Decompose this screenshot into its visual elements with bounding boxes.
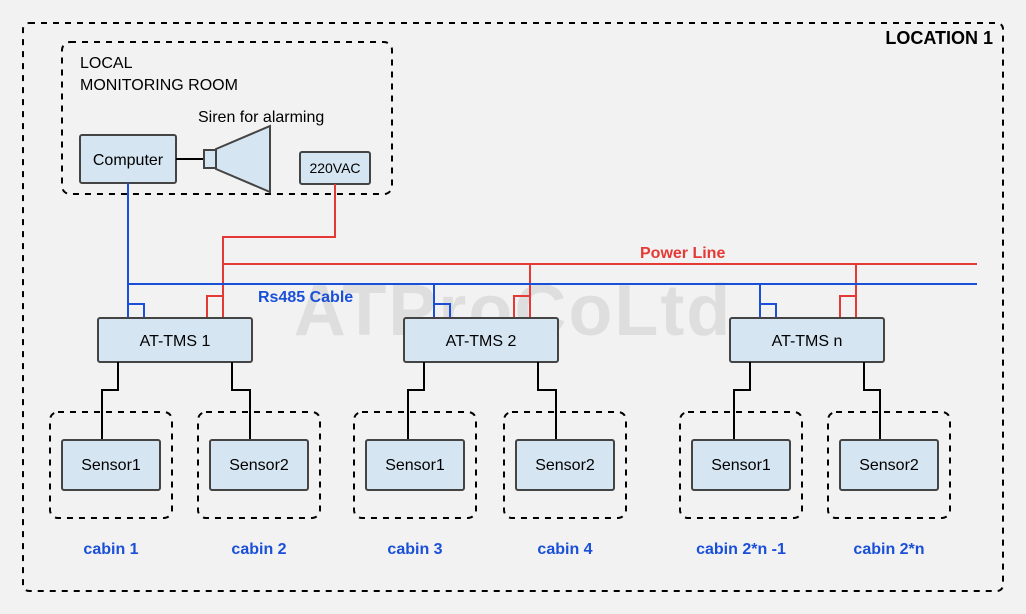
cabin-1-label: cabin 1 bbox=[83, 541, 138, 558]
cabin-5: Sensor1 cabin 2*n -1 bbox=[680, 412, 802, 558]
cabin-1: Sensor1 cabin 1 bbox=[50, 412, 172, 558]
cabin-6: Sensor2 cabin 2*n bbox=[828, 412, 950, 558]
power-line-label: Power Line bbox=[640, 245, 725, 262]
cabin-6-label: cabin 2*n bbox=[853, 541, 924, 558]
svg-text:Sensor1: Sensor1 bbox=[711, 457, 771, 474]
attms-1-label: AT-TMS 1 bbox=[140, 333, 211, 350]
attms-n-label: AT-TMS n bbox=[772, 333, 843, 350]
power-source-label: 220VAC bbox=[309, 160, 360, 176]
cabin-4: Sensor2 cabin 4 bbox=[504, 412, 626, 558]
siren-label: Siren for alarming bbox=[198, 109, 324, 126]
attms-2-label: AT-TMS 2 bbox=[446, 333, 517, 350]
svg-text:Sensor1: Sensor1 bbox=[385, 457, 445, 474]
svg-text:Sensor2: Sensor2 bbox=[859, 457, 919, 474]
location-title: LOCATION 1 bbox=[885, 28, 993, 48]
unit-sensor-links bbox=[102, 362, 880, 440]
siren-icon bbox=[204, 126, 270, 192]
svg-text:Sensor2: Sensor2 bbox=[229, 457, 289, 474]
cabin-3: Sensor1 cabin 3 bbox=[354, 412, 476, 558]
cabin-3-label: cabin 3 bbox=[387, 541, 442, 558]
room-label-2: MONITORING ROOM bbox=[80, 77, 238, 94]
svg-text:Sensor2: Sensor2 bbox=[535, 457, 595, 474]
room-label-1: LOCAL bbox=[80, 55, 133, 72]
cabin-4-label: cabin 4 bbox=[537, 541, 592, 558]
rs485-label: Rs485 Cable bbox=[258, 289, 353, 306]
cabin-2: Sensor2 cabin 2 bbox=[198, 412, 320, 558]
cabin-5-label: cabin 2*n -1 bbox=[696, 541, 786, 558]
svg-text:Sensor1: Sensor1 bbox=[81, 457, 141, 474]
cabin-2-label: cabin 2 bbox=[231, 541, 286, 558]
computer-label: Computer bbox=[93, 152, 164, 169]
